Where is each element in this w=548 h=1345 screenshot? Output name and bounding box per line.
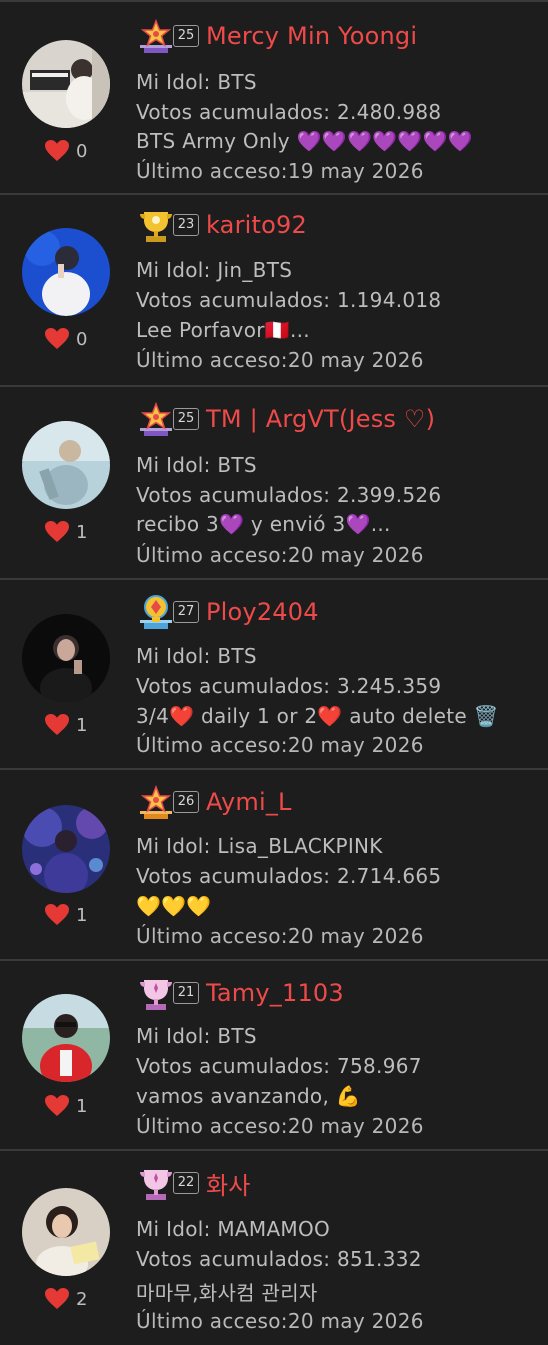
status-text: BTS Army Only 💜💜💜💜💜💜💜 — [136, 129, 474, 153]
username-link[interactable]: Mercy Min Yoongi — [206, 22, 417, 50]
user-avatar[interactable] — [22, 1188, 110, 1276]
user-card[interactable]: 1 21 Tamy_1103 Mi Idol: BTS Votos acumul… — [0, 961, 548, 1151]
idol-text: Mi Idol: Lisa_BLACKPINK — [136, 834, 383, 858]
votes-text: Votos acumulados: 1.194.018 — [136, 288, 442, 312]
user-header: 25 TM | ArgVT(Jess ♡) — [138, 399, 435, 439]
status-text: vamos avanzando, 💪 — [136, 1084, 361, 1108]
heart-icon — [45, 140, 69, 161]
user-card[interactable]: 0 25 Mercy Min Yoongi Mi Idol: BTS Votos… — [0, 0, 548, 195]
user-header: 21 Tamy_1103 — [138, 973, 344, 1013]
user-avatar[interactable] — [22, 228, 110, 316]
level-badge: 22 — [173, 1172, 199, 1194]
user-header: 23 karito92 — [138, 205, 307, 245]
likes-count: 2 — [76, 1288, 88, 1310]
username-link[interactable]: 화사 — [206, 1166, 251, 1201]
votes-text: Votos acumulados: 2.399.526 — [136, 483, 442, 507]
user-header: 22 화사 — [138, 1163, 251, 1203]
last-access-text: Último acceso:20 may 2026 — [136, 1309, 424, 1333]
user-card[interactable]: 1 27 Ploy2404 Mi Idol: BTS Votos acumula… — [0, 580, 548, 770]
pink-trophy-badge-icon: 22 — [138, 1164, 200, 1202]
likes-counter[interactable]: 0 — [44, 139, 87, 163]
pink-trophy-badge-icon: 21 — [138, 974, 200, 1012]
user-avatar[interactable] — [22, 421, 110, 509]
status-text: 3/4❤️ daily 1 or 2❤️ auto delete 🗑️ — [136, 704, 499, 728]
user-card[interactable]: 1 26 Aymi_L Mi Idol: Lisa_BLACKPINK Voto… — [0, 770, 548, 961]
user-avatar[interactable] — [22, 994, 110, 1082]
heart-icon — [45, 1288, 69, 1309]
user-header: 26 Aymi_L — [138, 782, 292, 822]
user-header: 25 Mercy Min Yoongi — [138, 16, 417, 56]
username-link[interactable]: karito92 — [206, 211, 307, 239]
heart-icon — [45, 904, 69, 925]
likes-counter[interactable]: 0 — [44, 327, 87, 351]
status-text: 마마무,화사컴 관리자 — [136, 1281, 318, 1305]
likes-count: 1 — [76, 521, 88, 543]
level-badge: 25 — [173, 25, 199, 47]
votes-text: Votos acumulados: 3.245.359 — [136, 674, 442, 698]
last-access-text: Último acceso:20 may 2026 — [136, 543, 424, 567]
likes-count: 1 — [76, 1095, 88, 1117]
heart-icon — [45, 1095, 69, 1116]
username-link[interactable]: Aymi_L — [206, 788, 292, 816]
likes-count: 0 — [76, 140, 88, 162]
star-trophy-badge-icon: 25 — [138, 17, 200, 55]
last-access-text: Último acceso:20 may 2026 — [136, 733, 424, 757]
user-avatar[interactable] — [22, 805, 110, 893]
likes-count: 1 — [76, 714, 88, 736]
diamond-trophy-badge-icon: 27 — [138, 593, 200, 631]
user-avatar[interactable] — [22, 614, 110, 702]
idol-text: Mi Idol: BTS — [136, 70, 257, 94]
likes-counter[interactable]: 1 — [44, 1094, 87, 1118]
username-link[interactable]: Tamy_1103 — [206, 979, 344, 1007]
level-badge: 21 — [173, 982, 199, 1004]
level-badge: 26 — [173, 791, 199, 813]
star-trophy-badge-icon: 26 — [138, 783, 200, 821]
last-access-text: Último acceso:20 may 2026 — [136, 1114, 424, 1138]
votes-text: Votos acumulados: 2.480.988 — [136, 100, 442, 124]
user-header: 27 Ploy2404 — [138, 592, 319, 632]
heart-icon — [45, 328, 69, 349]
likes-counter[interactable]: 1 — [44, 903, 87, 927]
idol-text: Mi Idol: BTS — [136, 453, 257, 477]
heart-icon — [45, 521, 69, 542]
likes-counter[interactable]: 2 — [44, 1287, 87, 1311]
idol-text: Mi Idol: MAMAMOO — [136, 1217, 331, 1241]
gold-trophy-badge-icon: 23 — [138, 206, 200, 244]
votes-text: Votos acumulados: 851.332 — [136, 1247, 422, 1271]
idol-text: Mi Idol: Jin_BTS — [136, 258, 293, 282]
user-card[interactable]: 0 23 karito92 Mi Idol: Jin_BTS Votos acu… — [0, 195, 548, 387]
user-card[interactable]: 2 22 화사 Mi Idol: MAMAMOO Votos acumulado… — [0, 1151, 548, 1345]
status-text: 💛💛💛 — [136, 894, 212, 918]
votes-text: Votos acumulados: 758.967 — [136, 1054, 422, 1078]
level-badge: 25 — [173, 408, 199, 430]
level-badge: 23 — [173, 214, 199, 236]
username-link[interactable]: Ploy2404 — [206, 598, 319, 626]
likes-count: 1 — [76, 904, 88, 926]
user-avatar[interactable] — [22, 40, 110, 128]
idol-text: Mi Idol: BTS — [136, 644, 257, 668]
likes-counter[interactable]: 1 — [44, 520, 87, 544]
username-link[interactable]: TM | ArgVT(Jess ♡) — [206, 405, 435, 433]
likes-count: 0 — [76, 328, 88, 350]
heart-icon — [45, 714, 69, 735]
last-access-text: Último acceso:19 may 2026 — [136, 159, 424, 183]
user-card[interactable]: 1 25 TM | ArgVT(Jess ♡) Mi Idol: BTS Vot… — [0, 387, 548, 580]
level-badge: 27 — [173, 601, 199, 623]
idol-text: Mi Idol: BTS — [136, 1024, 257, 1048]
status-text: Lee Porfavor🇵🇪... — [136, 318, 310, 342]
star-trophy-badge-icon: 25 — [138, 400, 200, 438]
last-access-text: Último acceso:20 may 2026 — [136, 924, 424, 948]
likes-counter[interactable]: 1 — [44, 713, 87, 737]
status-text: recibo 3💜 y envió 3💜... — [136, 512, 391, 536]
votes-text: Votos acumulados: 2.714.665 — [136, 864, 442, 888]
last-access-text: Último acceso:20 may 2026 — [136, 348, 424, 372]
